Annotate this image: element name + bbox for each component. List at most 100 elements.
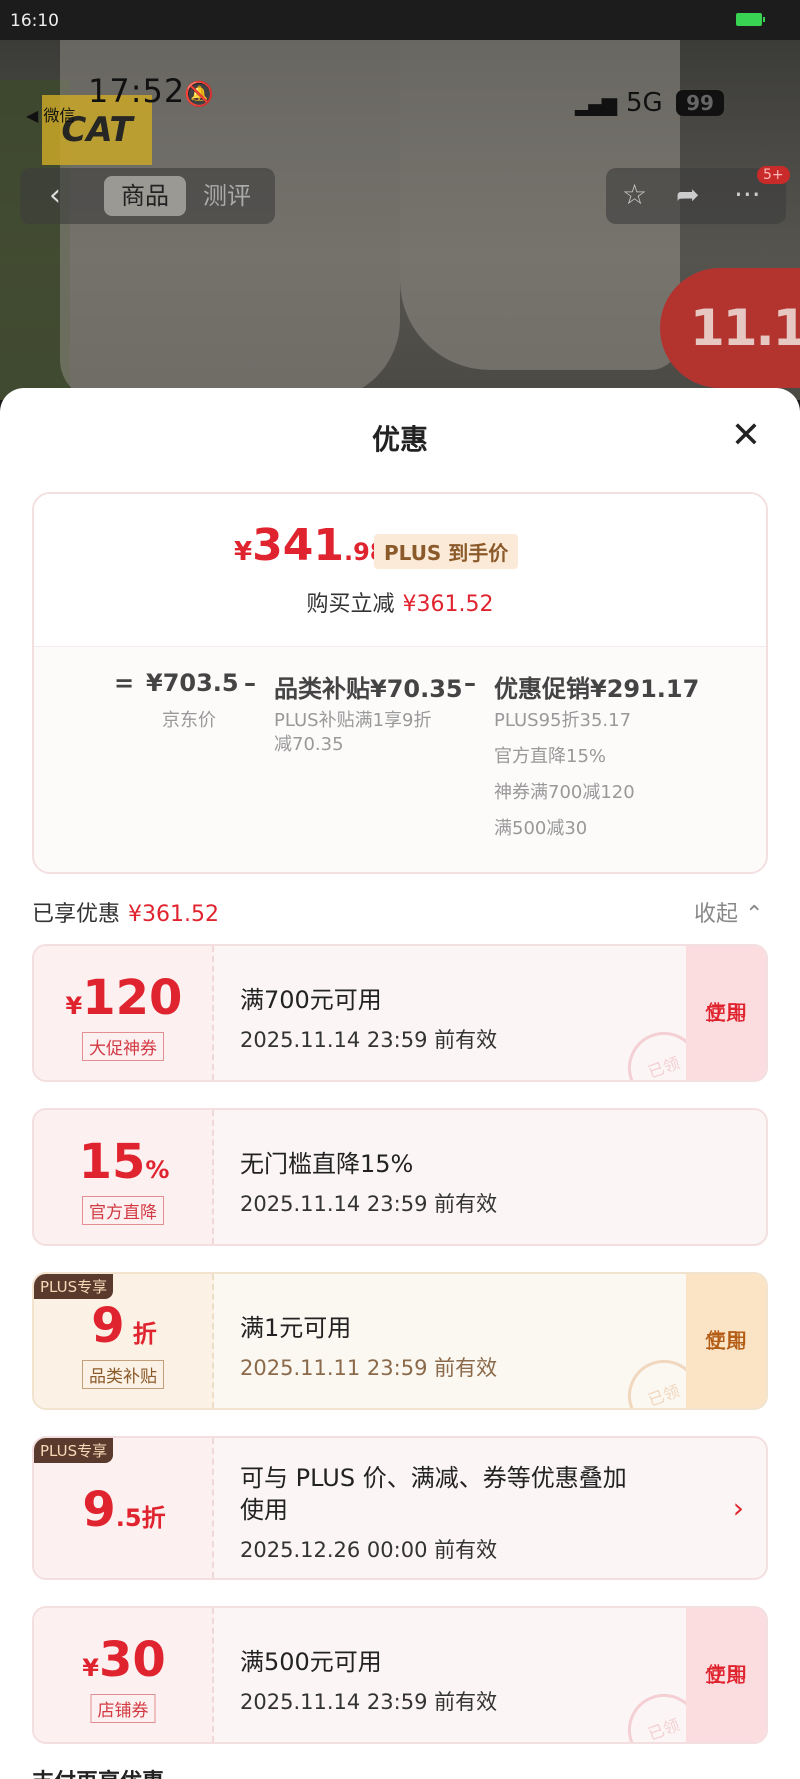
base-price: ¥703.5 — [146, 669, 239, 697]
price-currency: ¥ — [234, 537, 253, 567]
summary-top: ¥341.98 PLUS 到手价 购买立减 ¥361.52 — [34, 494, 766, 646]
coupon-value: ¥120 — [34, 970, 214, 1026]
use-now-line2: 使用 — [705, 1663, 747, 1687]
chevron-up-icon: ⌃ — [745, 902, 764, 927]
battery-icon — [736, 13, 765, 26]
coupon-type-tag: 品类补贴 — [82, 1360, 164, 1389]
coupon-value-area: ¥120 大促神券 — [34, 946, 214, 1080]
chevron-right-icon[interactable]: › — [733, 1492, 744, 1525]
coupon-suffix: % — [145, 1156, 170, 1184]
coupon-expiry: 2025.11.11 23:59 前有效 — [240, 1356, 498, 1380]
use-now-button[interactable]: 立即 使用 — [686, 946, 766, 1080]
product-photo-background: CAT ◀ 微信 17:52 🔕 ▂▄▆ 5G 99 ‹ 商品 测评 ☆ ➦ ·… — [0, 40, 800, 400]
instant-reduction: 购买立减 ¥361.52 — [34, 586, 766, 618]
price-integer: 341 — [252, 520, 344, 571]
coupon-expiry: 2025.12.26 00:00 前有效 — [240, 1538, 498, 1562]
use-now-line2: 使用 — [705, 1001, 747, 1025]
back-button[interactable]: ‹ — [20, 168, 90, 224]
message-badge: 5+ — [757, 166, 790, 184]
coupon-card[interactable]: 9.5折 PLUS专享 可与 PLUS 价、满减、券等优惠叠加 使用 2025.… — [32, 1436, 768, 1580]
coupon-card[interactable]: 15% 官方直降 无门槛直降15% 2025.11.14 23:59 前有效 — [32, 1108, 768, 1246]
payment-discount-heading: 支付再享优惠 — [32, 1764, 164, 1779]
promo-detail-3: 神券满700减120 — [494, 782, 635, 803]
sheet-title: 优惠 — [371, 423, 428, 456]
coupon-condition: 无门槛直降15% — [240, 1150, 414, 1178]
coupon-type-tag: 店铺券 — [90, 1694, 156, 1723]
category-subsidy: 品类补贴¥70.35 — [274, 675, 463, 703]
discount-sheet: 优惠 ✕ ¥341.98 PLUS 到手价 购买立减 ¥361.52 = ¥703… — [0, 388, 800, 1779]
system-time: 16:10 — [10, 11, 59, 31]
coupon-suffix: 折 — [132, 1320, 157, 1348]
use-now-button[interactable]: 立即 使用 — [686, 1608, 766, 1742]
coupon-card[interactable]: ¥30 店铺券 满500元可用 2025.11.14 23:59 前有效 已领 … — [32, 1606, 768, 1744]
coupon-type-tag: 大促神券 — [82, 1032, 164, 1061]
coupon-condition-line2: 使用 — [240, 1496, 288, 1524]
coupon-currency: ¥ — [82, 1654, 99, 1682]
double-eleven-badge: 11.11 — [660, 268, 800, 388]
enjoyed-label: 已享优惠 — [32, 902, 121, 927]
coupon-type-tag: 官方直降 — [82, 1196, 164, 1225]
plus-price-tag: PLUS 到手价 — [374, 534, 519, 569]
return-label: 微信 — [43, 106, 76, 125]
network-type: 5G — [626, 88, 663, 118]
more-icon[interactable]: ··· — [734, 178, 761, 211]
price-summary-card: ¥341.98 PLUS 到手价 购买立减 ¥361.52 = ¥703.5 京东… — [32, 492, 768, 874]
coupon-card[interactable]: 9折 品类补贴 PLUS专享 满1元可用 2025.11.11 23:59 前有… — [32, 1272, 768, 1410]
inner-status-time: 17:52 — [88, 72, 186, 110]
coupon-card[interactable]: ¥120 大促神券 满700元可用 2025.11.14 23:59 前有效 已… — [32, 944, 768, 1082]
coupon-value: 9折 — [34, 1298, 214, 1354]
coupon-value: 15% — [34, 1134, 214, 1190]
price-breakdown: = ¥703.5 京东价 – 品类补贴¥70.35 PLUS补贴满1享9折 减7… — [34, 646, 766, 872]
return-to-wechat[interactable]: ◀ 微信 — [26, 102, 75, 126]
promo-detail-2: 官方直降15% — [494, 746, 607, 767]
enjoyed-discount: 已享优惠 ¥361.52 — [32, 896, 219, 928]
minus-sign-1: – — [244, 669, 256, 697]
reduction-label: 购买立减 — [306, 592, 395, 617]
coupon-value: 9.5折 — [34, 1482, 214, 1538]
coupon-amount: 120 — [82, 970, 183, 1026]
coupon-value-area: ¥30 店铺券 — [34, 1608, 214, 1742]
share-icon[interactable]: ➦ — [676, 178, 699, 211]
coupon-currency: ¥ — [65, 992, 83, 1020]
product-tabs: 商品 测评 — [90, 168, 275, 224]
reduction-amount: ¥361.52 — [402, 592, 494, 617]
final-price: ¥341.98 — [234, 520, 386, 571]
coupon-value: ¥30 — [34, 1632, 214, 1688]
close-icon: ✕ — [730, 415, 762, 456]
tab-product[interactable]: 商品 — [104, 176, 186, 216]
promo-detail-1: PLUS95折35.17 — [494, 710, 632, 731]
coupon-amount: 15 — [78, 1134, 146, 1190]
coupon-suffix: .5折 — [115, 1504, 166, 1532]
star-icon[interactable]: ☆ — [622, 178, 647, 211]
coupon-condition-line1: 可与 PLUS 价、满减、券等优惠叠加 — [240, 1464, 627, 1492]
plus-exclusive-badge: PLUS专享 — [34, 1274, 114, 1299]
promo-discount: 优惠促销¥291.17 — [494, 675, 700, 703]
use-now-line2: 使用 — [705, 1329, 747, 1353]
system-status-bar: 16:10 — [0, 0, 800, 40]
mute-bell-icon: 🔕 — [184, 80, 214, 108]
coupon-expiry: 2025.11.14 23:59 前有效 — [240, 1028, 498, 1052]
promo-detail-4: 满500减30 — [494, 818, 588, 839]
enjoyed-amount: ¥361.52 — [128, 902, 219, 927]
subsidy-detail-2: 减70.35 — [274, 734, 344, 755]
base-price-label: 京东价 — [162, 710, 216, 731]
coupon-value-area: 15% 官方直降 — [34, 1110, 214, 1244]
coupon-expiry: 2025.11.14 23:59 前有效 — [240, 1690, 498, 1714]
plus-exclusive-badge: PLUS专享 — [34, 1438, 114, 1463]
signal-icon: ▂▄▆ — [575, 92, 617, 116]
inner-battery: 99 — [676, 90, 724, 116]
tab-review[interactable]: 测评 — [192, 176, 262, 216]
coupon-expiry: 2025.11.14 23:59 前有效 — [240, 1192, 498, 1216]
equals-sign: = — [114, 669, 135, 697]
coupon-condition: 满700元可用 — [240, 986, 382, 1014]
use-now-button[interactable]: 立即 使用 — [686, 1274, 766, 1408]
collapse-toggle[interactable]: 收起 ⌃ — [694, 896, 763, 928]
close-button[interactable]: ✕ — [726, 418, 766, 458]
minus-sign-2: – — [464, 669, 476, 697]
coupon-condition: 满500元可用 — [240, 1648, 382, 1676]
coupon-condition: 满1元可用 — [240, 1314, 352, 1342]
coupon-amount: 9 — [82, 1482, 116, 1538]
chevron-left-icon: ‹ — [49, 178, 61, 213]
coupon-amount: 9 — [91, 1298, 125, 1354]
collapse-label: 收起 — [694, 902, 739, 927]
